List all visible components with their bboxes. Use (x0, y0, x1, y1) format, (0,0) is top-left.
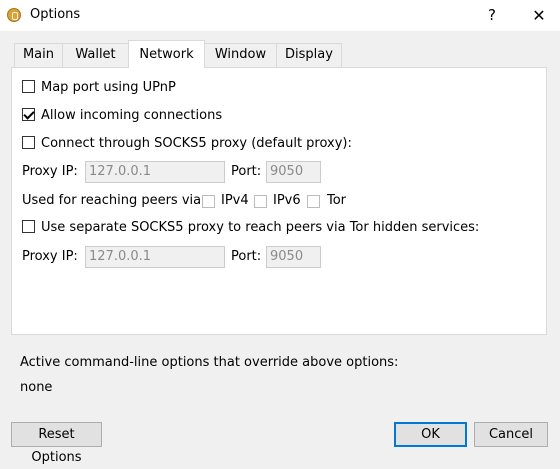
allow-incoming-option[interactable]: Allow incoming connections (22, 108, 222, 126)
map-port-upnp-checkbox[interactable] (22, 80, 35, 93)
socks5-tor-label: Use separate SOCKS5 proxy to reach peers… (41, 220, 480, 235)
allow-incoming-label: Allow incoming connections (41, 108, 223, 123)
ipv6-checkbox[interactable] (254, 195, 267, 208)
ipv4-label: IPv4 (221, 193, 249, 208)
cancel-button[interactable]: Cancel (474, 422, 548, 447)
allow-incoming-checkbox[interactable] (22, 108, 35, 121)
proxy-port-label: Port: (231, 164, 262, 179)
ipv6-label: IPv6 (273, 193, 301, 208)
close-button[interactable]: ✕ (524, 0, 554, 31)
tor-proxy-port-input[interactable]: 9050 (266, 246, 321, 268)
proxy-ip-input[interactable]: 127.0.0.1 (85, 161, 225, 183)
socks5-tor-checkbox[interactable] (22, 220, 35, 233)
tab-network[interactable]: Network (128, 40, 205, 68)
tor-proxy-port-label: Port: (231, 249, 262, 264)
tab-window[interactable]: Window (204, 43, 277, 67)
tab-display[interactable]: Display (276, 43, 342, 67)
socks5-proxy-label: Connect through SOCKS5 proxy (default pr… (41, 136, 352, 151)
map-port-upnp-label: Map port using UPnP (41, 80, 176, 95)
bitcoin-app-icon (7, 8, 21, 22)
map-port-upnp-option[interactable]: Map port using UPnP (22, 80, 176, 98)
tor-proxy-ip-label: Proxy IP: (22, 249, 78, 264)
proxy-port-input[interactable]: 9050 (266, 161, 321, 183)
tor-proxy-ip-input[interactable]: 127.0.0.1 (85, 246, 225, 268)
overrides-label: Active command-line options that overrid… (20, 355, 399, 370)
tor-checkbox[interactable] (307, 195, 320, 208)
proxy-ip-label: Proxy IP: (22, 164, 78, 179)
ipv4-checkbox[interactable] (202, 195, 215, 208)
reach-peers-label: Used for reaching peers via: (22, 193, 206, 208)
ok-button[interactable]: OK (394, 422, 467, 447)
socks5-proxy-option[interactable]: Connect through SOCKS5 proxy (default pr… (22, 136, 352, 154)
tab-wallet[interactable]: Wallet (62, 43, 129, 67)
reset-options-button[interactable]: Reset Options (11, 422, 102, 465)
socks5-tor-option[interactable]: Use separate SOCKS5 proxy to reach peers… (22, 220, 479, 238)
tab-main[interactable]: Main (14, 43, 63, 67)
overrides-value: none (20, 380, 53, 395)
tor-label: Tor (327, 193, 347, 208)
help-button[interactable]: ? (480, 0, 504, 31)
window-title: Options (30, 7, 81, 22)
socks5-proxy-checkbox[interactable] (22, 136, 35, 149)
title-bar: Options ? ✕ (0, 0, 560, 31)
